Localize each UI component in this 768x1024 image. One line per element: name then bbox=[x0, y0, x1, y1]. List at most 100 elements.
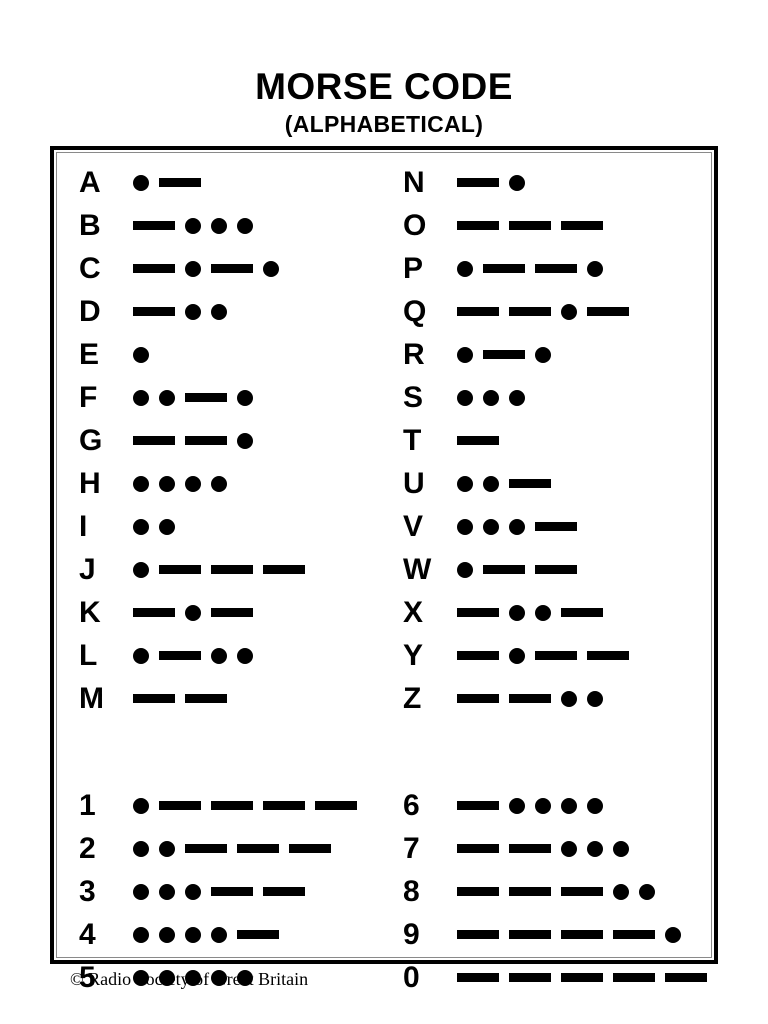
morse-character-label: Y bbox=[403, 638, 424, 672]
morse-dot-icon bbox=[237, 647, 253, 664]
morse-code-sequence bbox=[457, 603, 603, 623]
morse-code-sequence bbox=[133, 560, 305, 580]
morse-character-label: 6 bbox=[403, 788, 420, 822]
morse-dash-icon bbox=[133, 221, 175, 230]
morse-code-row: 0 bbox=[403, 956, 707, 999]
morse-dash-icon bbox=[211, 608, 253, 617]
morse-character-label: B bbox=[79, 208, 101, 242]
morse-dash-icon bbox=[509, 930, 551, 939]
morse-dash-icon bbox=[457, 178, 499, 187]
morse-dash-icon bbox=[561, 930, 603, 939]
morse-code-row: 8 bbox=[403, 870, 707, 913]
morse-dot-icon bbox=[133, 518, 149, 535]
morse-dash-icon bbox=[457, 608, 499, 617]
morse-dot-icon bbox=[185, 303, 201, 320]
morse-code-sequence bbox=[457, 796, 603, 816]
morse-dot-icon bbox=[483, 518, 499, 535]
page-title: MORSE CODE bbox=[255, 66, 513, 107]
morse-dash-icon bbox=[185, 694, 227, 703]
morse-dash-icon bbox=[535, 264, 577, 273]
morse-code-sequence bbox=[133, 839, 331, 859]
morse-dash-icon bbox=[535, 522, 577, 531]
morse-code-row: 9 bbox=[403, 913, 707, 956]
morse-dot-icon bbox=[665, 926, 681, 943]
morse-dot-icon bbox=[185, 217, 201, 234]
morse-dot-icon bbox=[561, 303, 577, 320]
morse-dot-icon bbox=[133, 346, 149, 363]
morse-dash-icon bbox=[457, 221, 499, 230]
morse-dash-icon bbox=[457, 307, 499, 316]
morse-code-row: O bbox=[403, 204, 707, 247]
morse-dot-icon bbox=[159, 518, 175, 535]
morse-character-label: 4 bbox=[79, 917, 96, 951]
morse-dot-icon bbox=[561, 840, 577, 857]
morse-dot-icon bbox=[133, 647, 149, 664]
morse-code-row: Q bbox=[403, 290, 707, 333]
morse-dash-icon bbox=[509, 844, 551, 853]
morse-character-label: A bbox=[79, 165, 101, 199]
morse-code-table-frame: ABCDEFGHIJKLM12345 NOPQRSTUVWXYZ67890 bbox=[50, 146, 718, 992]
morse-dash-icon bbox=[237, 930, 279, 939]
morse-dot-icon bbox=[211, 926, 227, 943]
morse-dot-icon bbox=[185, 475, 201, 492]
morse-character-label: C bbox=[79, 251, 101, 285]
morse-dot-icon bbox=[159, 389, 175, 406]
morse-dot-icon bbox=[159, 926, 175, 943]
morse-dash-icon bbox=[457, 973, 499, 982]
morse-dot-icon bbox=[483, 389, 499, 406]
morse-character-label: W bbox=[403, 552, 432, 586]
morse-code-sequence bbox=[457, 216, 603, 236]
morse-character-label: 7 bbox=[403, 831, 420, 865]
morse-character-label: 1 bbox=[79, 788, 96, 822]
morse-code-sequence bbox=[133, 431, 253, 451]
morse-code-row: F bbox=[79, 376, 357, 419]
morse-code-sequence bbox=[133, 345, 149, 365]
morse-code-sequence bbox=[133, 302, 227, 322]
morse-dot-icon bbox=[561, 690, 577, 707]
morse-dash-icon bbox=[263, 565, 305, 574]
morse-code-row: T bbox=[403, 419, 707, 462]
morse-dash-icon bbox=[211, 801, 253, 810]
morse-dot-icon bbox=[587, 690, 603, 707]
morse-dot-icon bbox=[509, 174, 525, 191]
morse-code-row: E bbox=[79, 333, 357, 376]
morse-character-label: 9 bbox=[403, 917, 420, 951]
morse-dash-icon bbox=[133, 264, 175, 273]
morse-dot-icon bbox=[509, 389, 525, 406]
morse-character-label: N bbox=[403, 165, 425, 199]
morse-code-sequence bbox=[133, 259, 279, 279]
morse-dash-icon bbox=[509, 694, 551, 703]
morse-code-columns: ABCDEFGHIJKLM12345 NOPQRSTUVWXYZ67890 bbox=[57, 153, 711, 992]
morse-character-label: H bbox=[79, 466, 101, 500]
morse-dot-icon bbox=[639, 883, 655, 900]
morse-dot-icon bbox=[509, 797, 525, 814]
morse-character-label: O bbox=[403, 208, 427, 242]
morse-dash-icon bbox=[587, 651, 629, 660]
morse-dash-icon bbox=[509, 887, 551, 896]
morse-dot-icon bbox=[237, 432, 253, 449]
morse-dash-icon bbox=[587, 307, 629, 316]
morse-dash-icon bbox=[613, 973, 655, 982]
morse-character-label: G bbox=[79, 423, 103, 457]
morse-code-sequence bbox=[457, 345, 551, 365]
morse-code-row: 1 bbox=[79, 784, 357, 827]
morse-dot-icon bbox=[159, 883, 175, 900]
morse-code-sequence bbox=[133, 216, 253, 236]
morse-dash-icon bbox=[133, 608, 175, 617]
morse-code-sequence bbox=[133, 796, 357, 816]
morse-character-label: J bbox=[79, 552, 96, 586]
copyright-credit: © Radio Society of Great Britain bbox=[70, 969, 309, 989]
morse-dot-icon bbox=[457, 518, 473, 535]
morse-code-row: A bbox=[79, 161, 357, 204]
morse-dash-icon bbox=[535, 565, 577, 574]
morse-dash-icon bbox=[263, 801, 305, 810]
morse-code-row: Z bbox=[403, 677, 707, 720]
morse-dash-icon bbox=[483, 350, 525, 359]
morse-code-sequence bbox=[457, 302, 629, 322]
morse-character-label: Q bbox=[403, 294, 427, 328]
morse-dot-icon bbox=[211, 647, 227, 664]
morse-code-sequence bbox=[457, 882, 655, 902]
morse-dot-icon bbox=[185, 260, 201, 277]
morse-code-row: B bbox=[79, 204, 357, 247]
morse-character-label: F bbox=[79, 380, 98, 414]
